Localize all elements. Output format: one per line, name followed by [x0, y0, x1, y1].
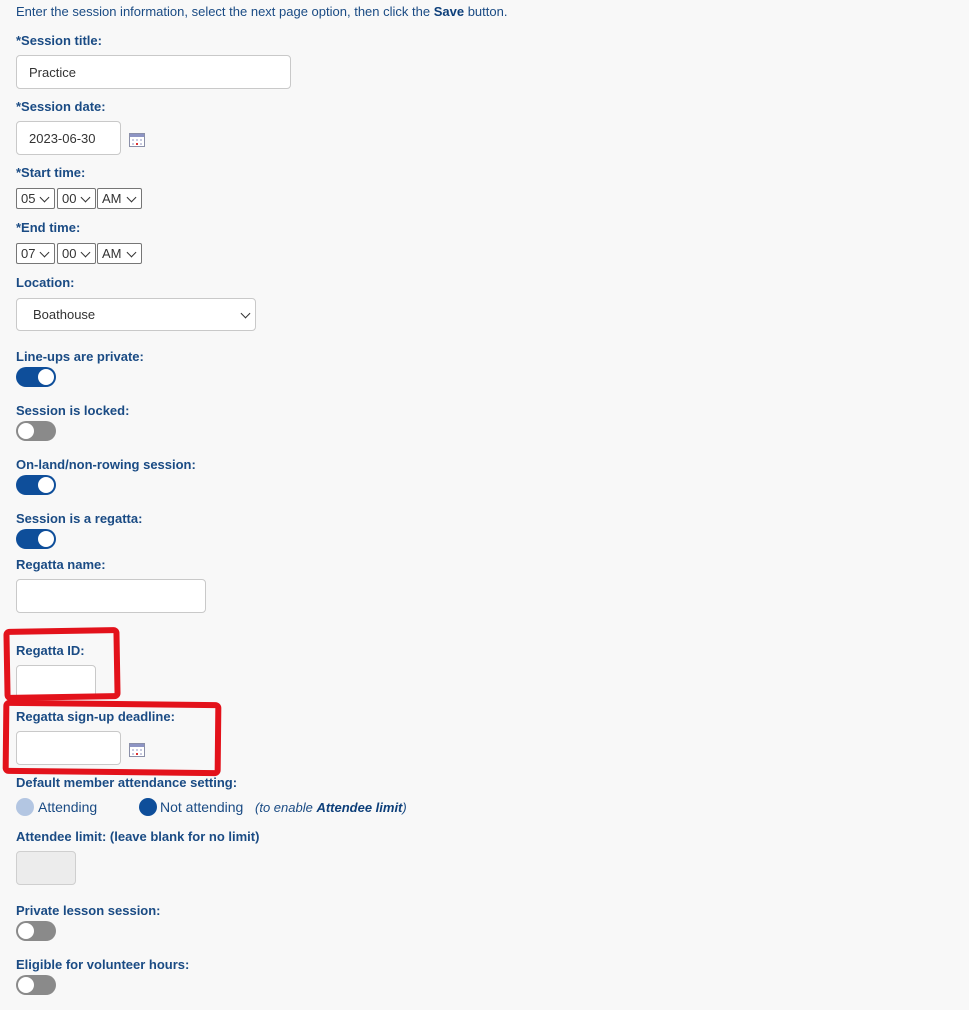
volunteer-hours-toggle[interactable]: [16, 975, 56, 995]
session-form: Enter the session information, select th…: [0, 0, 969, 1010]
session-locked-toggle[interactable]: [16, 421, 56, 441]
chevron-down-icon: [126, 192, 137, 202]
chevron-down-icon: [80, 247, 91, 257]
regatta-name-input[interactable]: [16, 579, 206, 613]
session-date-input[interactable]: [16, 121, 121, 155]
location-value: Boathouse: [33, 307, 96, 322]
chevron-down-icon: [39, 192, 50, 202]
start-minute-select[interactable]: 00: [57, 188, 96, 209]
annotation-box-regatta-deadline: [2, 699, 222, 777]
attendance-note: (to enable Attendee limit): [255, 800, 407, 815]
lineups-private-label: Line-ups are private:: [16, 349, 144, 364]
session-locked-label: Session is locked:: [16, 403, 130, 418]
session-title-input[interactable]: [16, 55, 291, 89]
regatta-name-label: Regatta name:: [16, 557, 106, 572]
start-hour-value: 05: [21, 191, 36, 206]
start-hour-select[interactable]: 05: [16, 188, 55, 209]
private-lesson-label: Private lesson session:: [16, 903, 161, 918]
attendance-note-before: (to enable: [255, 800, 317, 815]
end-minute-value: 00: [62, 246, 77, 261]
location-label: Location:: [16, 275, 75, 290]
chevron-down-icon: [240, 308, 251, 318]
annotation-box-regatta-id: [3, 626, 121, 702]
session-date-label: *Session date:: [16, 99, 106, 114]
attendee-limit-input[interactable]: [16, 851, 76, 885]
not-attending-radio-label: Not attending: [160, 799, 244, 815]
location-select[interactable]: Boathouse: [16, 298, 256, 331]
end-ampm-select[interactable]: AM: [97, 243, 142, 264]
session-title-label: *Session title:: [16, 33, 102, 48]
on-land-label: On-land/non-rowing session:: [16, 457, 196, 472]
instructions-after: button.: [464, 4, 508, 19]
start-time-label: *Start time:: [16, 165, 86, 180]
instructions-text: Enter the session information, select th…: [16, 4, 507, 19]
private-lesson-toggle[interactable]: [16, 921, 56, 941]
calendar-icon[interactable]: [129, 133, 145, 147]
chevron-down-icon: [126, 247, 137, 257]
attending-radio[interactable]: [16, 798, 34, 816]
regatta-label: Session is a regatta:: [16, 511, 143, 526]
lineups-private-toggle[interactable]: [16, 367, 56, 387]
start-ampm-select[interactable]: AM: [97, 188, 142, 209]
volunteer-hours-label: Eligible for volunteer hours:: [16, 957, 190, 972]
instructions-before: Enter the session information, select th…: [16, 4, 434, 19]
attendance-note-after: ): [402, 800, 407, 815]
end-time-label: *End time:: [16, 220, 81, 235]
regatta-toggle[interactable]: [16, 529, 56, 549]
end-minute-select[interactable]: 00: [57, 243, 96, 264]
chevron-down-icon: [39, 247, 50, 257]
start-minute-value: 00: [62, 191, 77, 206]
instructions-save-word: Save: [433, 4, 465, 19]
on-land-toggle[interactable]: [16, 475, 56, 495]
not-attending-radio[interactable]: [139, 798, 157, 816]
default-attendance-label: Default member attendance setting:: [16, 775, 238, 790]
end-ampm-value: AM: [102, 246, 122, 261]
attending-radio-label: Attending: [38, 799, 98, 815]
end-hour-select[interactable]: 07: [16, 243, 55, 264]
attendee-limit-label: Attendee limit: (leave blank for no limi…: [16, 829, 260, 844]
chevron-down-icon: [80, 192, 91, 202]
attendance-note-bold: Attendee limit: [316, 800, 403, 815]
start-ampm-value: AM: [102, 191, 122, 206]
end-hour-value: 07: [21, 246, 36, 261]
